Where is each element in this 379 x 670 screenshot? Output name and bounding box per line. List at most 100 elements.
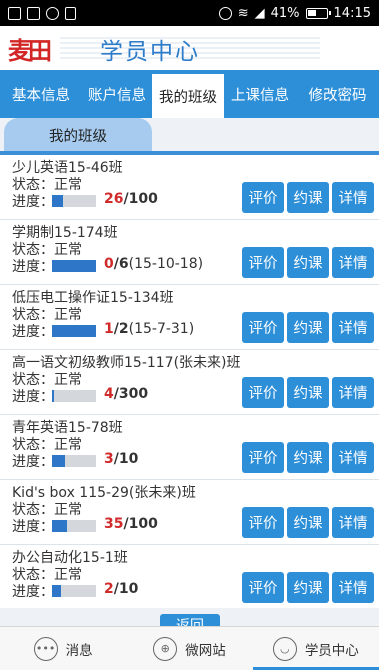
- progress-bar-fill: [52, 455, 66, 467]
- rate-button[interactable]: 评价: [242, 572, 284, 603]
- book-class-button[interactable]: 约课: [287, 247, 329, 278]
- nav-messages[interactable]: ••• 消息: [0, 627, 126, 670]
- progress-bar-fill: [52, 585, 61, 597]
- progress-text: 1/2(15-7-31): [104, 321, 194, 337]
- rate-button[interactable]: 评价: [242, 377, 284, 408]
- page-title: 学员中心: [100, 39, 200, 65]
- wifi-icon: ≋: [237, 5, 249, 21]
- status-value: 正常: [54, 437, 82, 453]
- details-button[interactable]: 详情: [332, 377, 374, 408]
- details-button[interactable]: 详情: [332, 572, 374, 603]
- keyboard-icon: [27, 6, 40, 20]
- progress-done: 35: [104, 516, 124, 532]
- nav-student-center[interactable]: ◡ 学员中心: [252, 627, 379, 670]
- progress-done: 3: [104, 451, 114, 467]
- progress-bar-fill: [52, 195, 64, 207]
- signal-icon: ◢: [254, 5, 265, 21]
- status-bar: ≋ ◢ 41% 14:15: [0, 0, 379, 26]
- status-value: 正常: [54, 502, 82, 518]
- tab-account-info[interactable]: 账户信息: [82, 70, 152, 118]
- progress-label: 进度：: [12, 454, 54, 470]
- progress-bar-fill: [52, 260, 96, 272]
- progress-label: 进度：: [12, 324, 54, 340]
- tab-change-password[interactable]: 修改密码: [296, 70, 379, 118]
- status-value: 正常: [54, 242, 82, 258]
- image-icon: [8, 6, 21, 20]
- class-item: Kid's box 115-29(张未来)班 状态：正常 进度： 35/100 …: [0, 480, 379, 545]
- nav-messages-label: 消息: [65, 642, 93, 659]
- tab-my-classes[interactable]: 我的班级: [152, 74, 224, 118]
- progress-total: /10: [113, 581, 139, 597]
- book-class-button[interactable]: 约课: [287, 377, 329, 408]
- class-item: 高一语文初级教师15-117(张未来)班 状态：正常 进度： 4/300 评价 …: [0, 350, 379, 415]
- globe-icon: ⊕: [153, 636, 178, 661]
- logo: 麦田: [8, 36, 52, 65]
- progress-bar-fill: [52, 390, 55, 402]
- back-area: 返回: [0, 608, 379, 626]
- details-button[interactable]: 详情: [332, 312, 374, 343]
- progress-label: 进度：: [12, 584, 54, 600]
- rate-button[interactable]: 评价: [242, 247, 284, 278]
- nav-microsite-label: 微网站: [185, 642, 226, 659]
- book-class-button[interactable]: 约课: [287, 507, 329, 538]
- rate-button[interactable]: 评价: [242, 442, 284, 473]
- status-notifications: [8, 6, 76, 20]
- class-item: 学期制15-174班 状态：正常 进度： 0/6(15-10-18) 评价 约课…: [0, 220, 379, 285]
- progress-text: 3/10: [104, 451, 138, 467]
- book-class-button[interactable]: 约课: [287, 442, 329, 473]
- details-button[interactable]: 详情: [332, 507, 374, 538]
- section-title: 我的班级: [4, 118, 152, 152]
- clock: 14:15: [333, 5, 371, 21]
- rate-button[interactable]: 评价: [242, 507, 284, 538]
- progress-total: /10: [113, 451, 139, 467]
- rate-button[interactable]: 评价: [242, 312, 284, 343]
- progress-label: 进度：: [12, 389, 54, 405]
- tab-basic-info[interactable]: 基本信息: [0, 70, 82, 118]
- status-system: ≋ ◢ 41% 14:15: [218, 5, 371, 21]
- sync-icon: [46, 6, 59, 20]
- progress-date: (15-10-18): [128, 256, 204, 272]
- class-item: 青年英语15-78班 状态：正常 进度： 3/10 评价 约课 详情: [0, 415, 379, 480]
- chat-icon: •••: [33, 636, 58, 661]
- progress-text: 2/10: [104, 581, 138, 597]
- book-class-button[interactable]: 约课: [287, 312, 329, 343]
- clipboard-icon: [65, 6, 76, 20]
- back-button[interactable]: 返回: [160, 614, 220, 626]
- progress-done: 2: [104, 581, 114, 597]
- details-button[interactable]: 详情: [332, 247, 374, 278]
- book-class-button[interactable]: 约课: [287, 182, 329, 213]
- progress-text: 4/300: [104, 386, 148, 402]
- class-item: 低压电工操作证15-134班 状态：正常 进度： 1/2(15-7-31) 评价…: [0, 285, 379, 350]
- section-header: 我的班级: [0, 118, 379, 154]
- progress-bar-fill: [52, 520, 68, 532]
- tab-class-info[interactable]: 上课信息: [224, 70, 296, 118]
- progress-total: /6: [113, 256, 129, 272]
- nav-microsite[interactable]: ⊕ 微网站: [126, 627, 252, 670]
- progress-total: /300: [113, 386, 149, 402]
- bottom-nav: ••• 消息 ⊕ 微网站 ◡ 学员中心: [0, 626, 379, 670]
- book-class-button[interactable]: 约课: [287, 572, 329, 603]
- progress-label: 进度：: [12, 194, 54, 210]
- details-button[interactable]: 详情: [332, 182, 374, 213]
- class-item: 办公自动化15-1班 状态：正常 进度： 2/10 评价 约课 详情: [0, 545, 379, 610]
- progress-bar: [52, 455, 96, 467]
- details-button[interactable]: 详情: [332, 442, 374, 473]
- progress-bar: [52, 325, 96, 337]
- tab-bar: 基本信息 账户信息 我的班级 上课信息 修改密码: [0, 70, 379, 118]
- status-value: 正常: [54, 177, 82, 193]
- progress-done: 1: [104, 321, 114, 337]
- progress-text: 35/100: [104, 516, 158, 532]
- progress-total: /100: [123, 516, 158, 532]
- progress-bar: [52, 520, 96, 532]
- progress-label: 进度：: [12, 519, 54, 535]
- progress-bar: [52, 585, 96, 597]
- rate-button[interactable]: 评价: [242, 182, 284, 213]
- battery-icon: [305, 7, 331, 19]
- progress-done: 26: [104, 191, 124, 207]
- alarm-icon: [218, 6, 232, 20]
- progress-total: /2: [113, 321, 129, 337]
- status-value: 正常: [54, 372, 82, 388]
- user-icon: ◡: [272, 636, 297, 661]
- progress-done: 0: [104, 256, 114, 272]
- progress-bar-fill: [52, 325, 96, 337]
